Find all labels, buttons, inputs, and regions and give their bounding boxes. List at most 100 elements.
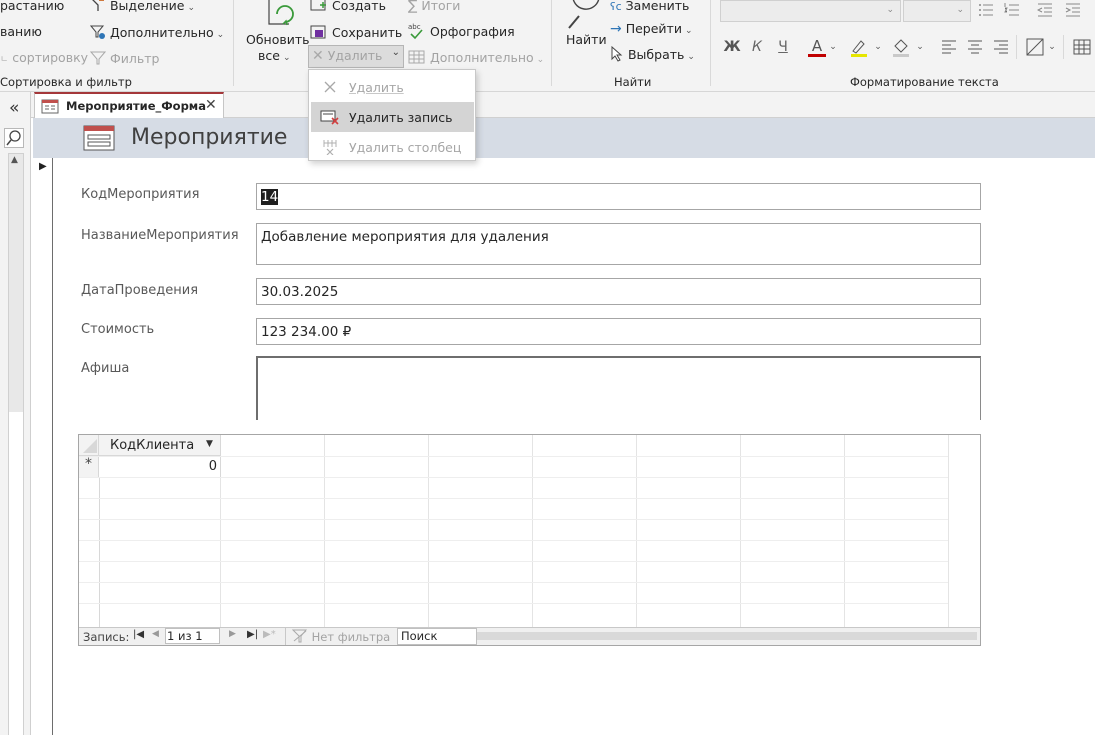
- record-label: Запись:: [83, 630, 130, 644]
- align-left-icon[interactable]: [940, 37, 958, 57]
- grid-line: [220, 477, 221, 627]
- gridlines-icon: [1026, 38, 1044, 56]
- menu-item-delete-record[interactable]: Удалить запись: [311, 102, 474, 132]
- arrow-right-icon: →: [610, 21, 622, 37]
- group-separator: [233, 0, 234, 86]
- bullets-icon[interactable]: [976, 0, 996, 20]
- table-icon[interactable]: [1072, 37, 1092, 57]
- filter-button[interactable]: Фильтр: [89, 50, 159, 66]
- group-separator: [710, 0, 711, 86]
- delete-column-icon: [311, 139, 349, 155]
- nav-scrollbar-track[interactable]: [8, 412, 24, 735]
- previous-record-button[interactable]: ◀: [152, 629, 159, 639]
- font-size-combo[interactable]: ⌄: [903, 0, 971, 22]
- event-id-field[interactable]: 14: [256, 183, 981, 210]
- selection-button[interactable]: Выделение ⌄: [90, 0, 195, 13]
- close-tab-icon[interactable]: ✕: [205, 97, 217, 113]
- gridlines-button[interactable]: [1025, 37, 1045, 57]
- scroll-up-arrow-icon[interactable]: ▲: [11, 155, 18, 165]
- refresh-all-button[interactable]: [260, 0, 300, 30]
- clients-subform: КодКлиента ▼ * 0 Запись: |◀ ◀ 1 из 1 ▶ ▶…: [78, 434, 981, 646]
- text-format-group-label: Форматирование текста: [850, 75, 999, 89]
- column-dropdown-icon[interactable]: ▼: [206, 439, 213, 449]
- bold-button[interactable]: Ж: [723, 37, 740, 57]
- first-record-button[interactable]: |◀: [133, 629, 144, 640]
- event-name-field[interactable]: Добавление мероприятия для удаления: [256, 223, 981, 265]
- save-record-button[interactable]: Сохранить: [310, 24, 402, 40]
- datasheet-search-input[interactable]: Поиск: [397, 628, 477, 645]
- new-record-nav-button[interactable]: ▶*: [263, 629, 276, 640]
- sort-ascending-button[interactable]: растанию: [0, 0, 64, 13]
- corner-triangle-icon: [83, 439, 97, 453]
- nav-search-button[interactable]: [4, 128, 24, 148]
- numbering-icon[interactable]: [1002, 0, 1022, 20]
- align-right-icon[interactable]: [992, 37, 1010, 57]
- refresh-all-label: Обновить: [246, 32, 310, 47]
- totals-button[interactable]: ∑ Итоги: [408, 0, 460, 14]
- tab-event-form[interactable]: Мероприятие_Форма ✕: [34, 92, 224, 119]
- select-all-corner[interactable]: [79, 435, 99, 456]
- delete-dropdown-button[interactable]: ✕ Удалить ⌄: [308, 45, 404, 68]
- chevron-down-icon[interactable]: ⌄: [915, 37, 925, 57]
- menu-item-delete-column[interactable]: Удалить столбец: [311, 132, 474, 162]
- event-date-field[interactable]: 30.03.2025: [256, 278, 981, 305]
- sort-filter-group-label: Сортировка и фильтр: [0, 75, 132, 89]
- fill-color-button[interactable]: [890, 37, 912, 57]
- current-record-arrow-icon: ▶: [39, 161, 47, 172]
- italic-button[interactable]: К: [750, 37, 764, 57]
- goto-button[interactable]: → Перейти ⌄: [610, 21, 693, 37]
- horizontal-scrollbar[interactable]: [477, 632, 977, 640]
- advanced-filter-button[interactable]: Дополнительно ⌄: [89, 24, 224, 40]
- find-group-label: Найти: [614, 75, 652, 89]
- highlight-color-button[interactable]: [848, 37, 870, 57]
- event-id-value: 14: [261, 189, 279, 205]
- new-record-marker-icon[interactable]: *: [79, 456, 99, 477]
- replace-button[interactable]: ʕᴄ Заменить: [610, 0, 689, 13]
- column-header-client-id[interactable]: КодКлиента ▼: [99, 435, 221, 456]
- event-name-value: Добавление мероприятия для удаления: [261, 229, 549, 245]
- chevron-down-icon[interactable]: ⌄: [1047, 37, 1057, 57]
- new-record-button[interactable]: Создать: [310, 0, 386, 13]
- label-event-cost: Стоимость: [81, 322, 155, 337]
- next-record-button[interactable]: ▶: [229, 629, 236, 639]
- current-record-input[interactable]: 1 из 1: [165, 628, 220, 644]
- label-event-id: КодМероприятия: [81, 187, 200, 202]
- format-separator: [1063, 35, 1064, 59]
- chevron-down-icon: ⌄: [956, 5, 964, 15]
- grid-line: [324, 435, 325, 628]
- tab-title: Мероприятие_Форма: [66, 99, 206, 113]
- select-button[interactable]: Выбрать ⌄: [610, 45, 695, 62]
- filter-status-button[interactable]: Нет фильтра: [291, 629, 390, 644]
- find-label: Найти: [566, 32, 607, 47]
- record-selector[interactable]: ▶: [33, 158, 53, 735]
- chevron-down-icon: ⌄: [886, 5, 894, 15]
- nav-scrollbar[interactable]: ▲: [8, 153, 24, 413]
- align-center-icon[interactable]: [966, 37, 984, 57]
- delete-x-icon: ✕: [312, 48, 324, 64]
- new-row-client-id-cell[interactable]: 0: [99, 456, 221, 477]
- menu-item-delete[interactable]: Удалить: [311, 72, 474, 102]
- sort-descending-button[interactable]: ванию: [0, 24, 42, 39]
- font-color-button[interactable]: A: [808, 37, 826, 57]
- grid-line: [79, 603, 948, 604]
- font-name-combo[interactable]: ⌄: [720, 0, 901, 22]
- decrease-indent-icon[interactable]: [1035, 0, 1055, 20]
- chevron-down-icon[interactable]: ⌄: [873, 37, 883, 57]
- spelling-button[interactable]: abc Орфография: [408, 22, 515, 40]
- form-icon: [41, 99, 59, 114]
- save-icon: [310, 25, 326, 39]
- delete-dropdown-chevron-icon: ⌄: [391, 47, 400, 58]
- last-record-button[interactable]: ▶|: [247, 629, 258, 640]
- increase-indent-icon[interactable]: [1063, 0, 1083, 20]
- event-cost-field[interactable]: 123 234.00 ₽: [256, 318, 981, 345]
- underline-button[interactable]: Ч: [775, 37, 791, 57]
- new-record-icon: [310, 0, 326, 11]
- paint-bucket-icon: [893, 39, 909, 57]
- chevron-down-icon[interactable]: ⌄: [828, 37, 838, 57]
- remove-sort-button[interactable]: ㄴ сортировку: [0, 50, 88, 65]
- expand-nav-pane-button[interactable]: «: [9, 98, 19, 118]
- find-button[interactable]: [563, 0, 603, 30]
- more-records-button[interactable]: Дополнительно ⌄: [408, 50, 544, 65]
- navigation-pane-collapsed: « ▲: [0, 92, 31, 735]
- event-poster-image-field[interactable]: [256, 356, 981, 420]
